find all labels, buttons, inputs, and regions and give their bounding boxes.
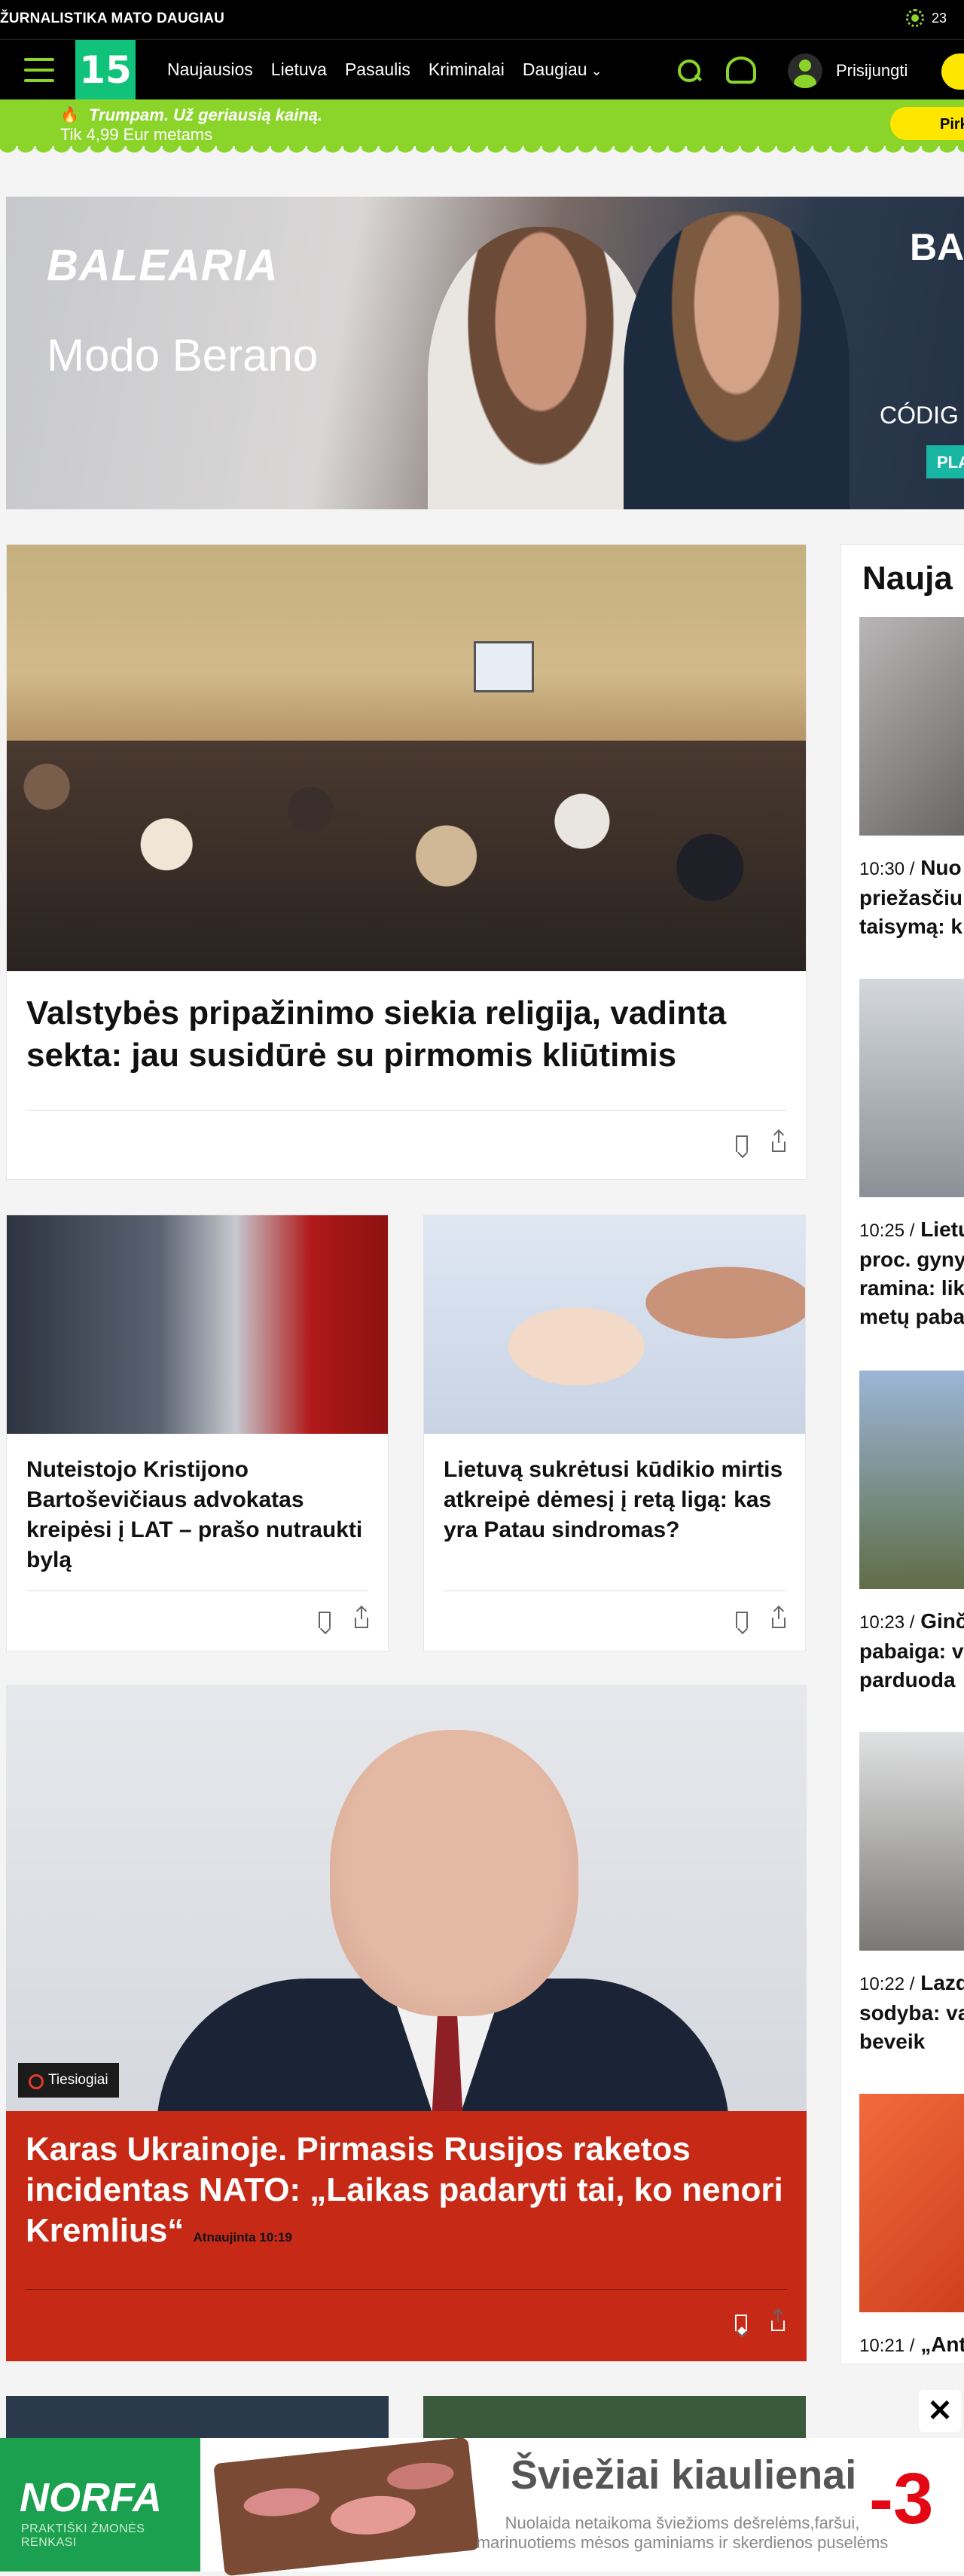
sidebar-thumb[interactable] <box>859 979 964 1197</box>
article-title[interactable]: Karas Ukrainoje. Pirmasis Rusijos raketo… <box>26 2129 787 2258</box>
live-badge: Tiesiogiai <box>18 2063 119 2098</box>
ad-slogan: Modo Berano <box>47 330 319 380</box>
ad-brand: BALEARIA <box>47 241 279 290</box>
search-icon[interactable] <box>676 58 702 84</box>
ad-banner-balearia[interactable]: BALEARIA Modo Berano BA CÓDIG PLA <box>6 197 964 509</box>
feature-article-card[interactable]: Valstybės pripažinimo siekia religija, v… <box>6 544 807 1180</box>
promo-line2: Tik 4,99 Eur metams <box>60 125 213 144</box>
share-icon[interactable] <box>771 2310 785 2331</box>
ad-banner-norfa[interactable]: NORFA PRAKTIŠKI ŽMONĖS RENKASI Šviežiai … <box>0 2437 964 2576</box>
share-icon[interactable] <box>355 1607 368 1628</box>
divider <box>26 2289 787 2290</box>
ad-discount: -3 <box>869 2458 934 2539</box>
promo-line1: Trumpam. Už geriausią kainą. <box>89 105 323 124</box>
article-card[interactable]: Lietuvą sukrėtusi kūdikio mirtis atkreip… <box>423 1215 806 1652</box>
article-image[interactable]: Tiesiogiai <box>6 1685 807 2111</box>
brand-tagline: ŽURNALISTIKA MATO DAUGIAU <box>0 11 225 26</box>
sidebar-item[interactable]: 10:22 / Lazd sodyba: va už beveik <box>859 1732 964 2056</box>
bookmark-icon[interactable] <box>736 1135 748 1152</box>
weather-widget[interactable]: 23 <box>906 9 947 27</box>
nav-item-pasaulis[interactable]: Pasaulis <box>345 60 410 80</box>
sidebar-time: 10:23 / <box>859 1612 915 1633</box>
ad-disclaimer: Nuolaida netaikoma šviežioms dešrelėms,f… <box>476 2513 889 2552</box>
login-link[interactable]: Prisijungti <box>836 61 908 81</box>
ad-brand-panel: NORFA PRAKTIŠKI ŽMONĖS RENKASI <box>0 2438 200 2571</box>
nav-item-naujausios[interactable]: Naujausios <box>167 60 253 80</box>
fire-icon: 🔥 <box>60 107 79 124</box>
menu-icon[interactable] <box>24 58 54 82</box>
sidebar-time: 10:21 / <box>859 2336 915 2356</box>
share-icon[interactable] <box>772 1131 786 1152</box>
latest-news-sidebar: Nauja 10:30 / Nuo priežasčiu taisymą: k … <box>840 544 964 2364</box>
sidebar-thumb[interactable] <box>859 617 964 836</box>
sidebar-item[interactable]: 10:25 / Lietu proc. gyny ramina: lik met… <box>859 979 964 1331</box>
article-card-partial[interactable] <box>423 2396 806 2441</box>
top-bar: ŽURNALISTIKA MATO DAUGIAU 23 <box>0 0 964 39</box>
person-head <box>330 1730 578 2016</box>
promo-strip[interactable]: 🔥 Trumpam. Už geriausią kainą. Tik 4,99 … <box>0 99 964 157</box>
sidebar-item[interactable]: 10:21 / „Anti <box>859 2094 964 2361</box>
nav-item-kriminalai[interactable]: Kriminalai <box>429 60 505 80</box>
sun-icon <box>906 9 924 27</box>
nav-item-daugiau[interactable]: Daugiau <box>523 60 602 80</box>
ad-code-label: CÓDIG <box>880 402 959 429</box>
bookmark-icon[interactable] <box>319 1612 331 1628</box>
sidebar-thumb[interactable] <box>859 2094 964 2312</box>
ad-person-image <box>428 227 654 509</box>
subscribe-button[interactable] <box>941 53 964 90</box>
bookmark-icon[interactable] <box>735 2315 747 2331</box>
site-logo[interactable]: 15 <box>75 40 136 100</box>
sidebar-time: 10:22 / <box>859 1974 915 1994</box>
ad-meat-image <box>213 2437 480 2576</box>
bookmark-icon[interactable] <box>736 1612 748 1628</box>
live-title-text: Karas Ukrainoje. Pirmasis Rusijos raketo… <box>26 2131 783 2249</box>
ad-right-text: BA <box>910 226 964 268</box>
sidebar-item[interactable]: 10:23 / Ginč pabaiga: v parduoda <box>859 1371 964 1694</box>
ad-brand-sub: PRAKTIŠKI ŽMONĖS RENKASI <box>21 2523 145 2549</box>
sidebar-item[interactable]: 10:30 / Nuo priežasčiu taisymą: k <box>859 617 964 941</box>
ad-person-image <box>624 212 850 509</box>
sidebar-title: Nauja <box>862 560 953 597</box>
sidebar-time: 10:25 / <box>859 1221 915 1241</box>
sidebar-headline[interactable]: „Anti <box>920 2333 964 2356</box>
live-article-card[interactable]: Tiesiogiai Karas Ukrainoje. Pirmasis Rus… <box>6 1685 807 2361</box>
close-ad-button[interactable]: ✕ <box>919 2390 961 2432</box>
projector-screen <box>474 641 534 692</box>
article-card[interactable]: Nuteistojo Kristijono Bartoševičiaus adv… <box>6 1215 389 1652</box>
article-title[interactable]: Nuteistojo Kristijono Bartoševičiaus adv… <box>26 1455 368 1575</box>
user-avatar-icon[interactable] <box>788 53 822 88</box>
article-image[interactable] <box>424 1215 805 1434</box>
temperature: 23 <box>932 10 947 26</box>
article-title[interactable]: Valstybės pripažinimo siekia religija, v… <box>26 992 786 1077</box>
nav-item-lietuva[interactable]: Lietuva <box>271 60 327 80</box>
reaction-icon[interactable] <box>726 57 756 84</box>
sidebar-thumb[interactable] <box>859 1371 964 1589</box>
divider <box>26 1110 786 1111</box>
updated-time: Atnaujinta 10:19 <box>193 2230 292 2244</box>
sidebar-thumb[interactable] <box>859 1732 964 1951</box>
nav-links: Naujausios Lietuva Pasaulis Kriminalai D… <box>167 60 602 80</box>
article-card-partial[interactable] <box>6 2396 389 2441</box>
ad-cta[interactable]: PLA <box>926 445 964 478</box>
article-title[interactable]: Lietuvą sukrėtusi kūdikio mirtis atkreip… <box>444 1455 786 1545</box>
article-image[interactable] <box>7 1215 388 1434</box>
sidebar-time: 10:30 / <box>859 859 915 879</box>
ad-headline: Šviežiai kiaulienai <box>511 2452 857 2498</box>
share-icon[interactable] <box>772 1607 786 1628</box>
crowd-image <box>7 741 806 971</box>
article-image[interactable] <box>7 545 806 971</box>
promo-button[interactable]: Pirk <box>890 107 964 140</box>
main-nav: 15 Naujausios Lietuva Pasaulis Kriminala… <box>0 39 964 100</box>
ad-brand: NORFA <box>20 2475 162 2520</box>
